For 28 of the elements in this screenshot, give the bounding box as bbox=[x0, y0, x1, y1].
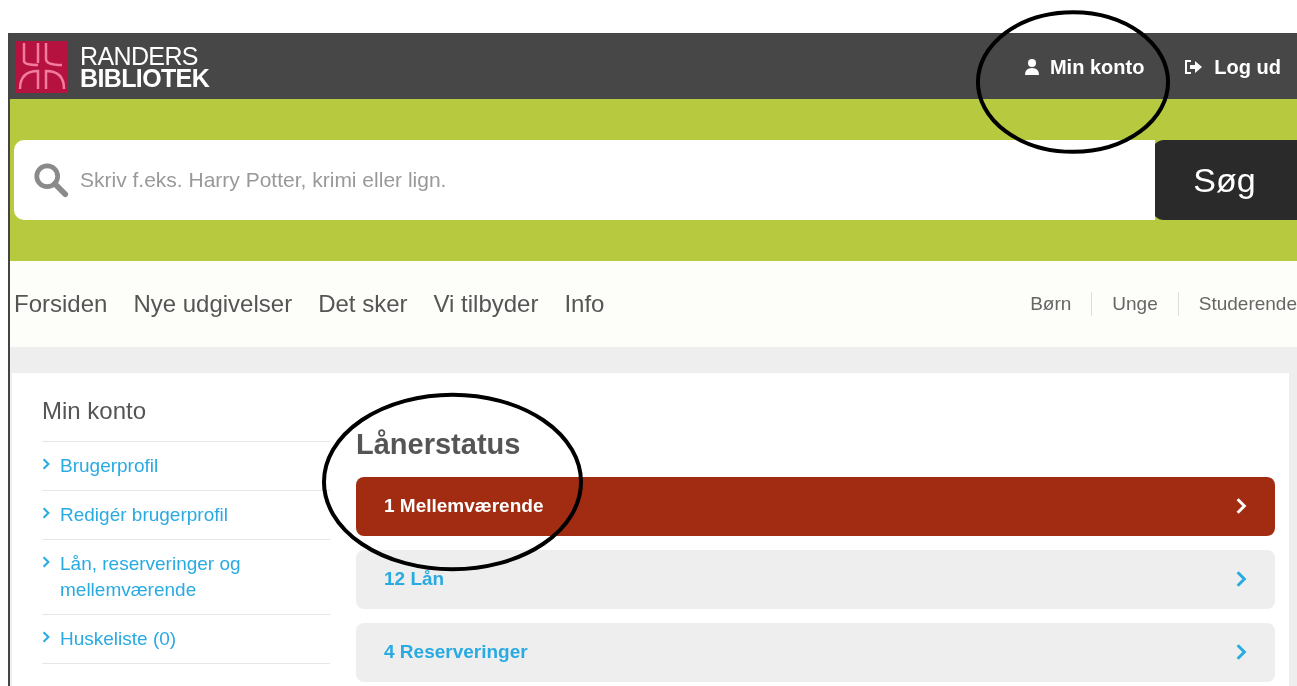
chevron-icon bbox=[42, 630, 50, 644]
logo-text: BIBLIOTEK bbox=[80, 66, 210, 89]
search-icon bbox=[32, 161, 70, 199]
logo-emblem-icon bbox=[16, 40, 68, 93]
chevron-icon bbox=[1235, 497, 1247, 515]
nav-link[interactable]: Info bbox=[564, 286, 605, 322]
header-link[interactable]: Min konto bbox=[1023, 51, 1145, 82]
nav-link[interactable]: Forsiden bbox=[14, 286, 108, 322]
search-button[interactable]: Søg bbox=[1152, 140, 1297, 220]
audience-link[interactable]: Unge bbox=[1112, 289, 1158, 319]
logo[interactable]: RANDERS BIBLIOTEK bbox=[16, 40, 210, 93]
status-row[interactable]: 1 Mellemværende bbox=[356, 476, 1275, 536]
user-icon bbox=[1023, 57, 1040, 76]
chevron-icon bbox=[42, 506, 50, 520]
nav-link[interactable]: Nye udgivelser bbox=[133, 286, 293, 322]
nav-link[interactable]: Vi tilbyder bbox=[433, 286, 539, 322]
sidebar-title: Min konto bbox=[42, 393, 330, 442]
audience-link[interactable]: Børn bbox=[1030, 289, 1072, 319]
chevron-icon bbox=[1235, 570, 1247, 588]
nav-link[interactable]: Det sker bbox=[318, 286, 408, 322]
header-link[interactable]: Log ud bbox=[1184, 51, 1281, 82]
logo-text: RANDERS bbox=[80, 44, 198, 67]
search-field[interactable]: Skriv f.eks. Harry Potter, krimi eller lign. bbox=[14, 140, 1155, 220]
chevron-icon bbox=[42, 457, 50, 471]
chevron-icon bbox=[1235, 643, 1247, 661]
chevron-icon bbox=[42, 555, 50, 569]
section-title: Lånerstatus bbox=[356, 427, 522, 462]
audience-link[interactable]: Studerende bbox=[1198, 289, 1297, 319]
